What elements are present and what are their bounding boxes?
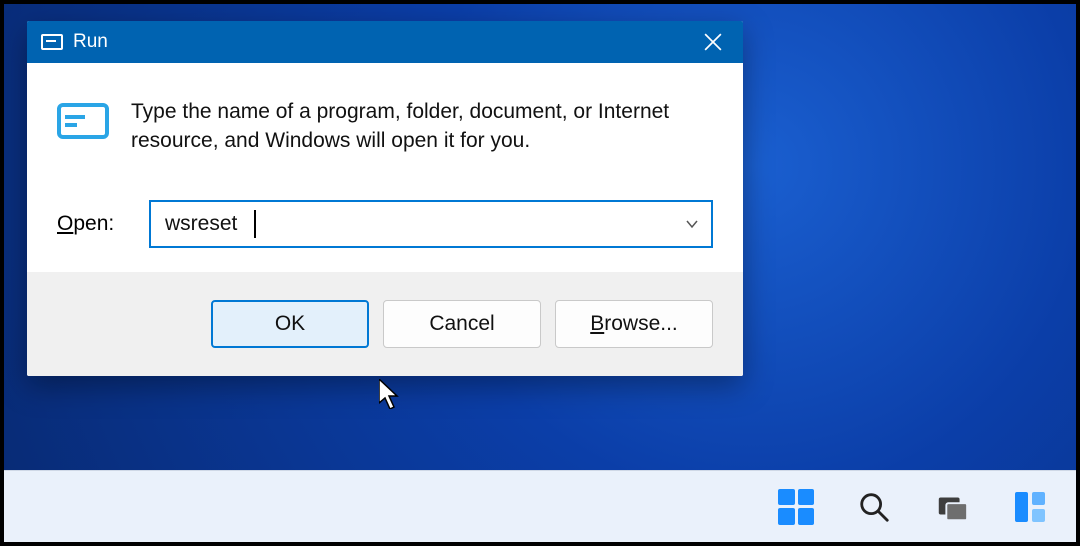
start-button[interactable] [774,485,818,529]
run-dialog: Run Type the name of a program, folder, … [27,21,743,376]
chevron-down-icon[interactable] [685,217,699,231]
cancel-button[interactable]: Cancel [383,300,541,348]
widgets-button[interactable] [1008,485,1052,529]
browse-button[interactable]: Browse... [555,300,713,348]
start-icon [778,489,814,525]
task-view-button[interactable] [930,485,974,529]
widgets-icon [1012,489,1048,525]
dialog-title: Run [73,31,683,53]
close-icon [704,33,722,51]
open-input[interactable] [149,200,713,248]
run-dialog-icon [41,34,63,50]
open-combobox[interactable] [149,200,713,248]
dialog-body: Type the name of a program, folder, docu… [27,63,743,272]
ok-button[interactable]: OK [211,300,369,348]
task-view-icon [935,490,969,524]
open-label: Open: [57,212,129,236]
dialog-description: Type the name of a program, folder, docu… [131,97,713,156]
close-button[interactable] [683,21,743,63]
desktop-background: Run Type the name of a program, folder, … [4,4,1076,542]
cancel-button-label: Cancel [429,312,494,336]
taskbar [4,470,1076,542]
button-row: OK Cancel Browse... [27,272,743,376]
browse-button-label: Browse... [590,312,678,336]
search-icon [857,490,891,524]
text-caret [254,210,256,238]
titlebar[interactable]: Run [27,21,743,63]
search-button[interactable] [852,485,896,529]
mouse-cursor [379,379,403,409]
ok-button-label: OK [275,312,305,336]
run-prompt-icon [57,101,109,141]
